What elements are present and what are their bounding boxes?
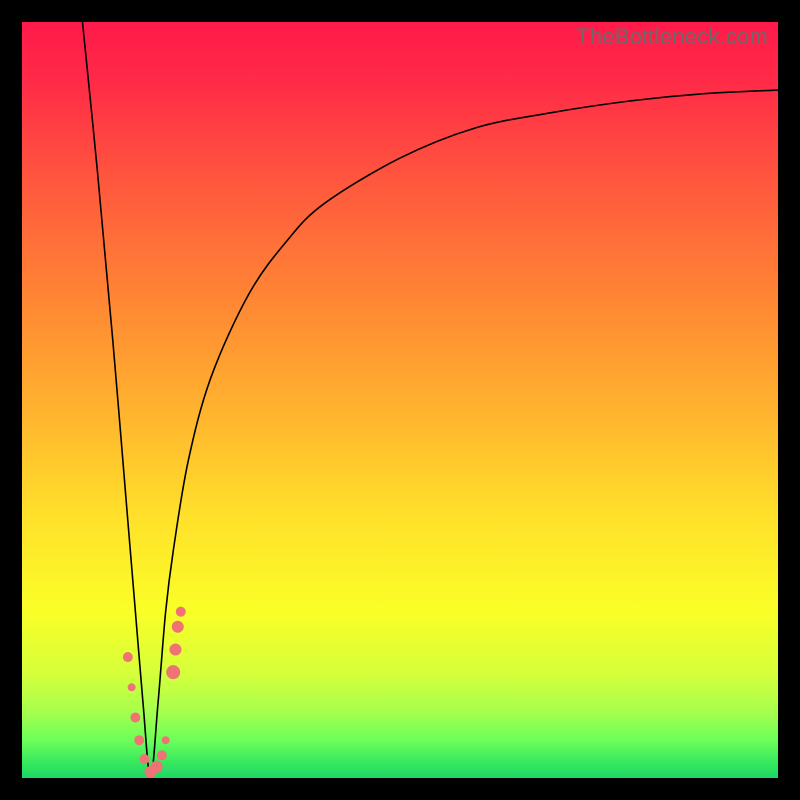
data-marker [128,683,136,691]
data-marker [169,643,181,655]
data-marker [134,735,144,745]
data-marker [139,754,149,764]
data-marker [151,761,163,773]
chart-svg [22,22,778,778]
bottleneck-curve [82,22,778,778]
data-marker [172,621,184,633]
data-marker [157,750,167,760]
data-marker [123,652,133,662]
data-marker [162,736,170,744]
chart-plot-area: TheBottleneck.com [22,22,778,778]
data-marker [176,607,186,617]
data-marker [166,665,180,679]
chart-frame: TheBottleneck.com [0,0,800,800]
data-marker [130,713,140,723]
